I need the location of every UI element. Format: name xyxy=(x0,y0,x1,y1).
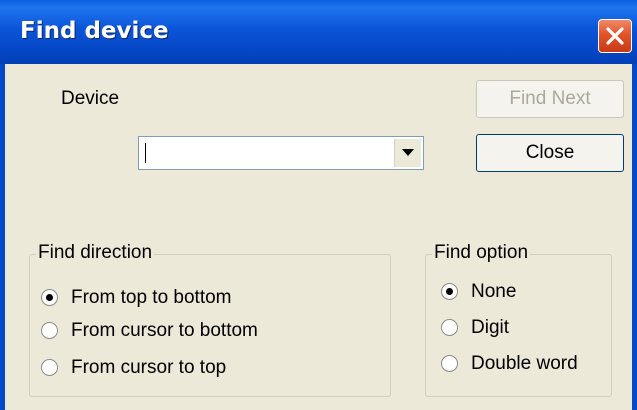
title-bar[interactable]: Find device xyxy=(0,0,637,64)
radio-indicator xyxy=(41,289,58,306)
find-option-legend: Find option xyxy=(432,242,531,264)
radio-indicator xyxy=(441,319,458,336)
radio-label: Double word xyxy=(471,353,578,374)
window-title: Find device xyxy=(20,18,169,44)
text-caret xyxy=(145,143,146,163)
device-dropdown-button[interactable] xyxy=(394,139,421,167)
radio-label: From top to bottom xyxy=(71,287,232,308)
close-window-button[interactable] xyxy=(598,19,632,53)
radio-indicator xyxy=(441,283,458,300)
radio-label: From cursor to top xyxy=(71,357,227,378)
find-direction-legend: Find direction xyxy=(36,242,155,264)
radio-selected-dot xyxy=(46,294,53,301)
window-frame-right xyxy=(632,64,637,410)
radio-label: Digit xyxy=(471,317,510,338)
window-frame-left xyxy=(0,64,5,410)
find-device-dialog: Find device Device Find Next Close Find … xyxy=(0,0,637,410)
close-icon xyxy=(606,27,624,45)
close-button[interactable]: Close xyxy=(476,134,624,172)
radio-label: None xyxy=(471,281,517,302)
radio-label: From cursor to bottom xyxy=(71,320,258,341)
radio-indicator xyxy=(441,355,458,372)
device-label: Device xyxy=(61,88,120,109)
radio-selected-dot xyxy=(446,288,453,295)
device-combobox[interactable] xyxy=(138,136,424,170)
chevron-down-icon xyxy=(402,149,414,156)
radio-indicator xyxy=(41,322,58,339)
radio-indicator xyxy=(41,359,58,376)
find-next-button[interactable]: Find Next xyxy=(476,80,624,118)
